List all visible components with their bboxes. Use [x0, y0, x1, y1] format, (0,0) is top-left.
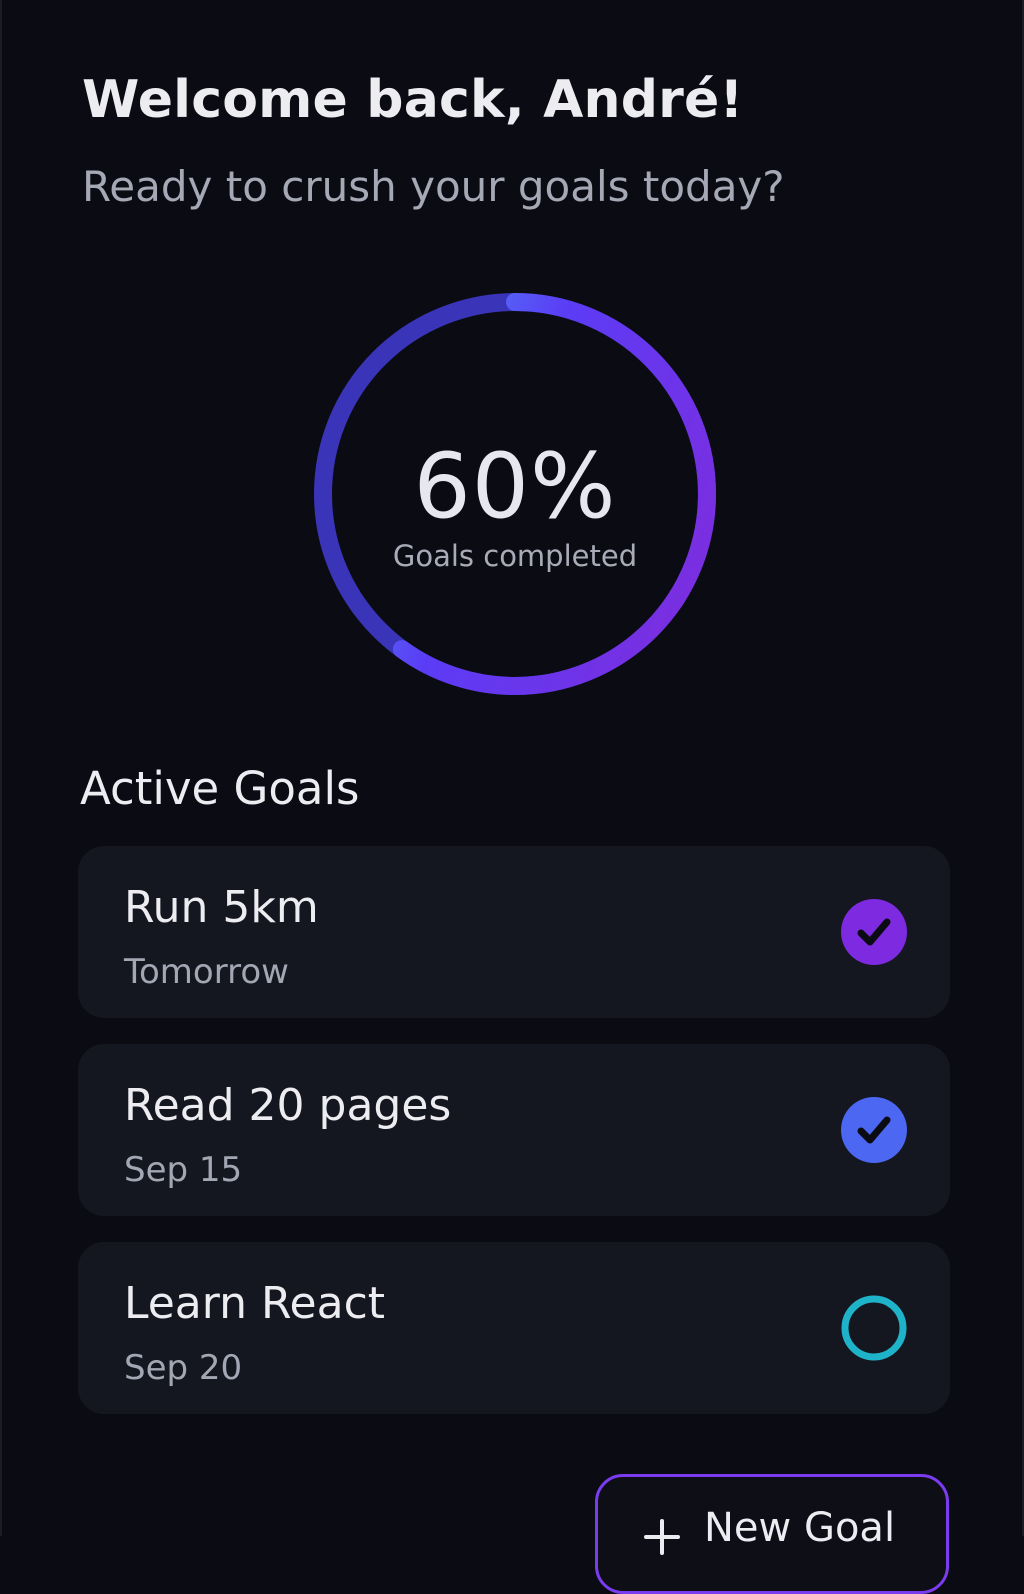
goal-date: Tomorrow	[124, 952, 289, 992]
empty-circle-icon[interactable]	[840, 1294, 908, 1362]
greeting-title: Welcome back, André!	[82, 70, 744, 130]
goal-date: Sep 20	[124, 1348, 243, 1388]
goal-card[interactable]: Learn React Sep 20	[78, 1242, 950, 1414]
check-circle-icon[interactable]	[840, 898, 908, 966]
check-circle-icon[interactable]	[840, 1096, 908, 1164]
goal-date: Sep 15	[124, 1150, 243, 1190]
goal-title: Run 5km	[124, 882, 319, 933]
plus-icon	[644, 1519, 680, 1555]
goal-card[interactable]: Read 20 pages Sep 15	[78, 1044, 950, 1216]
app-screen: Welcome back, André! Ready to crush your…	[0, 0, 1024, 1594]
goal-card[interactable]: Run 5km Tomorrow	[78, 846, 950, 1018]
progress-label: Goals completed	[392, 539, 638, 573]
progress-percentage: 60%	[413, 434, 617, 539]
greeting-subtitle: Ready to crush your goals today?	[82, 162, 785, 211]
goal-title: Read 20 pages	[124, 1080, 452, 1131]
goal-title: Learn React	[124, 1278, 386, 1329]
new-goal-label: New Goal	[704, 1505, 896, 1551]
new-goal-button[interactable]: New Goal	[595, 1474, 949, 1594]
active-goals-heading: Active Goals	[80, 762, 360, 815]
progress-ring: 60% Goals completed	[305, 284, 725, 704]
